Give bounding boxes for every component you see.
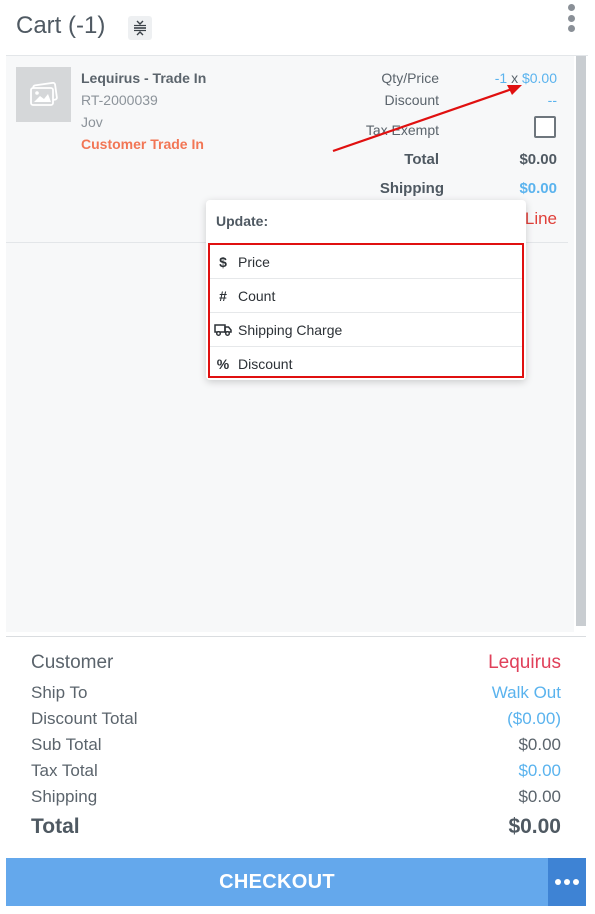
menu-item-label: Price	[238, 253, 270, 270]
grand-total-value: $0.00	[508, 815, 561, 838]
popup-title: Update:	[216, 213, 269, 229]
sub-total-value: $0.00	[518, 735, 561, 754]
summary-tax-row: Tax Total $0.00	[31, 761, 561, 781]
menu-item-label: Shipping Charge	[238, 321, 343, 338]
ship-to-label: Ship To	[31, 683, 88, 702]
discount-value[interactable]: --	[548, 92, 557, 108]
item-total-value: $0.00	[519, 151, 557, 168]
more-horizontal-icon[interactable]	[548, 858, 586, 906]
qty-value[interactable]: -1	[495, 70, 507, 86]
tax-total-label: Tax Total	[31, 761, 98, 780]
checkout-button[interactable]: CHECKOUT	[6, 858, 548, 906]
menu-item-price[interactable]: $ Price	[210, 245, 522, 279]
truck-icon	[212, 323, 234, 336]
summary-subtotal-row: Sub Total $0.00	[31, 735, 561, 755]
percent-icon: %	[216, 356, 230, 372]
item-total-label: Total	[404, 151, 439, 168]
cart-title: Cart (-1)	[16, 12, 106, 39]
summary-shipping-row: Shipping $0.00	[31, 787, 561, 807]
menu-item-count[interactable]: # Count	[210, 279, 522, 313]
grand-total-label: Total	[31, 815, 80, 838]
update-options-highlight: $ Price # Count Shipping Charge % Discou…	[208, 243, 524, 378]
summary-discount-row: Discount Total ($0.00)	[31, 709, 561, 729]
qty-price-label: Qty/Price	[381, 70, 439, 86]
cart-scrollbar[interactable]	[576, 56, 586, 626]
summary-ship-to-row: Ship To Walk Out	[31, 683, 561, 703]
tax-total-value[interactable]: $0.00	[518, 761, 561, 781]
qty-price-value[interactable]: -1 x $0.00	[495, 70, 557, 86]
collapse-button[interactable]	[128, 16, 152, 40]
discount-label: Discount	[384, 92, 439, 108]
item-shipping-value[interactable]: $0.00	[519, 180, 557, 197]
image-placeholder-icon	[29, 81, 58, 106]
customer-label: Customer	[31, 652, 114, 673]
menu-item-label: Count	[238, 287, 276, 304]
shipping-value: $0.00	[518, 787, 561, 806]
summary-total-row: Total $0.00	[31, 815, 561, 839]
dollar-icon: $	[219, 253, 227, 270]
shipping-label: Shipping	[31, 787, 98, 806]
collapse-vertical-icon	[134, 20, 146, 36]
discount-total-value[interactable]: ($0.00)	[507, 709, 561, 729]
cart-header: Cart (-1)	[0, 0, 595, 56]
line-link[interactable]: Line	[525, 209, 557, 229]
sub-total-label: Sub Total	[31, 735, 102, 754]
summary-divider	[6, 636, 586, 637]
times-sign: x	[511, 70, 519, 86]
hash-icon: #	[219, 287, 227, 304]
item-shipping-label: Shipping	[379, 180, 444, 197]
customer-value[interactable]: Lequirus	[488, 652, 561, 674]
summary-customer-row: Customer Lequirus	[31, 652, 561, 674]
tax-exempt-checkbox[interactable]	[534, 116, 556, 138]
discount-total-label: Discount Total	[31, 709, 138, 728]
item-type: Customer Trade In	[81, 136, 204, 152]
menu-item-label: Discount	[238, 356, 293, 372]
tax-exempt-label: Tax Exempt	[365, 122, 439, 138]
price-value[interactable]: $0.00	[522, 70, 557, 86]
kebab-menu-icon[interactable]	[562, 2, 580, 34]
item-owner: Jov	[81, 114, 103, 130]
item-sku: RT-2000039	[81, 92, 158, 108]
update-popup: Update: $ Price # Count Shipping Charge …	[206, 200, 526, 380]
item-image-placeholder	[16, 67, 71, 122]
ship-to-value[interactable]: Walk Out	[492, 683, 561, 703]
menu-item-discount[interactable]: % Discount	[210, 347, 522, 381]
item-name[interactable]: Lequirus - Trade In	[81, 70, 206, 86]
menu-item-shipping-charge[interactable]: Shipping Charge	[210, 313, 522, 347]
